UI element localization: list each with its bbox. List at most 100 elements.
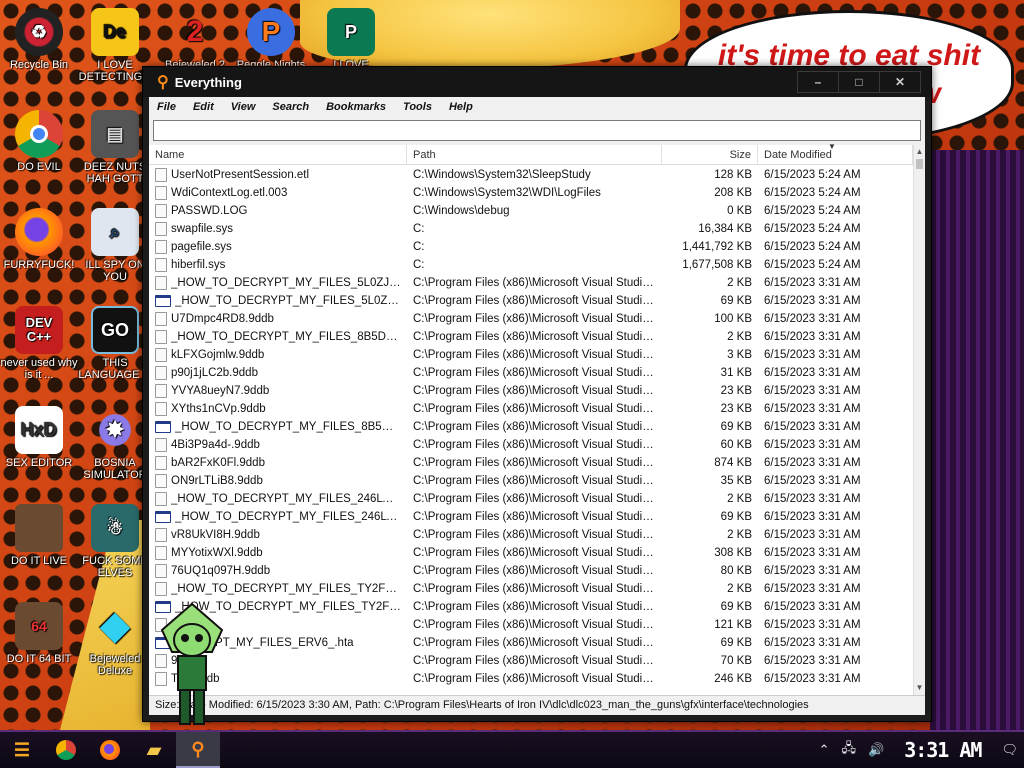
taskbar-file-explorer-icon[interactable]: ▰ bbox=[132, 732, 176, 768]
table-row[interactable]: _HOW_TO_DECRYPT_MY_FILES_246LV_.txt C:\Pr… bbox=[149, 490, 913, 508]
menu-tools[interactable]: Tools bbox=[403, 101, 432, 113]
peggle-icon: P bbox=[247, 8, 295, 56]
table-row[interactable]: kLFXGojmlw.9ddb C:\Program Files (x86)\Mi… bbox=[149, 346, 913, 364]
desktop-icon-do-it-live[interactable]: DO IT LIVE bbox=[0, 504, 78, 567]
desktop-icon-bejeweled-2[interactable]: 2 Bejeweled 2 bbox=[156, 8, 234, 72]
cell-path: C:\Program Files (x86)\Microsoft Visual … bbox=[413, 277, 662, 289]
table-row[interactable]: bAR2FxK0Fl.9ddb C:\Program Files (x86)\Mi… bbox=[149, 454, 913, 472]
table-row[interactable]: 4Bi3P9a4d-.9ddb C:\Program Files (x86)\Mi… bbox=[149, 436, 913, 454]
table-row[interactable]: YVYA8ueyN7.9ddb C:\Program Files (x86)\Mi… bbox=[149, 382, 913, 400]
table-row[interactable]: swapfile.sys C: 16,384 KB 6/15/2023 5:24 AM bbox=[149, 220, 913, 238]
table-row[interactable]: MYYotixWXl.9ddb C:\Program Files (x86)\Mi… bbox=[149, 544, 913, 562]
chrome-icon bbox=[15, 110, 63, 158]
cell-size: 69 KB bbox=[720, 421, 752, 433]
cell-size: 1,677,508 KB bbox=[682, 259, 752, 271]
table-row[interactable]: WdiContextLog.etl.003 C:\Windows\System32… bbox=[149, 184, 913, 202]
cell-path: C:\Program Files (x86)\Microsoft Visual … bbox=[413, 547, 662, 559]
volume-icon[interactable]: 🔊 bbox=[868, 742, 884, 758]
column-header-date-modified[interactable]: ▼ Date Modified bbox=[758, 142, 913, 164]
cell-date: 6/15/2023 3:31 AM bbox=[764, 403, 861, 415]
table-row[interactable]: XYths1nCVp.9ddb C:\Program Files (x86)\Mi… bbox=[149, 400, 913, 418]
table-row[interactable]: _HOW_TO_DECRYPT_MY_FILES_8B5DYQ8_.txt C:\… bbox=[149, 328, 913, 346]
hta-window-icon bbox=[155, 421, 171, 433]
cell-name: XYths1nCVp.9ddb bbox=[149, 402, 407, 416]
table-row[interactable]: hiberfil.sys C: 1,677,508 KB 6/15/2023 5:24… bbox=[149, 256, 913, 274]
column-header-path[interactable]: Path bbox=[407, 145, 662, 164]
cell-path: C: bbox=[413, 259, 425, 271]
desktop-icon-sex-editor[interactable]: HxD SEX EDITOR bbox=[0, 406, 78, 469]
scrollbar-thumb[interactable] bbox=[916, 159, 923, 169]
cell-name: _HOW_TO_DECRYPT_MY_FILES_TY2FZI_.txt bbox=[149, 582, 407, 596]
taskbar-clock[interactable]: 3:31 AM bbox=[904, 738, 982, 762]
taskbar-everything-icon[interactable]: ⚲ bbox=[176, 732, 220, 768]
background-window-edge bbox=[930, 150, 1024, 730]
minimize-button[interactable]: – bbox=[797, 71, 839, 93]
start-button[interactable]: ☰ bbox=[0, 732, 44, 768]
tray-chevron-icon[interactable]: ⌃ bbox=[819, 742, 830, 758]
table-row[interactable]: UserNotPresentSession.etl C:\Windows\Syst… bbox=[149, 166, 913, 184]
desktop-icon-i-love[interactable]: P I LOVE bbox=[312, 8, 390, 71]
table-row[interactable]: 76UQ1q097H.9ddb C:\Program Files (x86)\Mi… bbox=[149, 562, 913, 580]
cell-size: 2 KB bbox=[727, 529, 752, 541]
table-row[interactable]: pagefile.sys C: 1,441,792 KB 6/15/2023 5:24… bbox=[149, 238, 913, 256]
taskbar-firefox-icon[interactable] bbox=[88, 732, 132, 768]
cell-path: C: bbox=[413, 241, 425, 253]
table-row[interactable]: _HOW_TO_DECRYPT_MY_FILES_TY2FZI_.txt C:\P… bbox=[149, 580, 913, 598]
column-header-name[interactable]: Name bbox=[149, 145, 407, 164]
network-icon[interactable]: 🖧 bbox=[842, 739, 857, 761]
desktop-icon-peggle-nights[interactable]: P Peggle Nights bbox=[232, 8, 310, 71]
close-button[interactable]: ✕ bbox=[879, 71, 921, 93]
cell-size: 69 KB bbox=[720, 637, 752, 649]
cell-path: C:\Program Files (x86)\Microsoft Visual … bbox=[413, 313, 662, 325]
file-icon bbox=[155, 312, 167, 326]
menu-search[interactable]: Search bbox=[272, 101, 309, 113]
menu-bookmarks[interactable]: Bookmarks bbox=[326, 101, 386, 113]
file-name: 76UQ1q097H.9ddb bbox=[171, 565, 271, 577]
results-list[interactable]: UserNotPresentSession.etl C:\Windows\Syst… bbox=[149, 166, 913, 695]
menu-file[interactable]: File bbox=[157, 101, 176, 113]
search-input[interactable] bbox=[153, 120, 921, 141]
table-row[interactable]: _HOW_TO_DECRYPT_MY_FILES_5L0ZJZ8T_.hta C:… bbox=[149, 292, 913, 310]
file-name: bAR2FxK0Fl.9ddb bbox=[171, 457, 265, 469]
file-icon bbox=[155, 348, 167, 362]
table-row[interactable]: ON9rLTLiB8.9ddb C:\Program Files (x86)\Mi… bbox=[149, 472, 913, 490]
table-row[interactable]: 9.9ddbC:\Program Files (x86)\Microsoft V… bbox=[149, 652, 913, 670]
menu-help[interactable]: Help bbox=[449, 101, 473, 113]
desktop-icon-do-evil[interactable]: DO EVIL bbox=[0, 110, 78, 173]
taskbar-chrome-icon[interactable] bbox=[44, 732, 88, 768]
maximize-button[interactable]: □ bbox=[838, 71, 880, 93]
window-titlebar[interactable]: ⚲ Everything – □ ✕ bbox=[143, 67, 931, 97]
cell-date: 6/15/2023 3:31 AM bbox=[764, 637, 861, 649]
column-header-size[interactable]: Size bbox=[662, 145, 758, 164]
menu-view[interactable]: View bbox=[231, 101, 256, 113]
table-row[interactable]: vR8UkVI8H.9ddb C:\Program Files (x86)\Mic… bbox=[149, 526, 913, 544]
table-row[interactable]: _HOW_TO_DECRYPT_MY_FILES_5L0ZJZ8T_.txt C:… bbox=[149, 274, 913, 292]
cell-size: 35 KB bbox=[720, 475, 752, 487]
table-row[interactable]: ZC.9ddbC:\Program Files (x86)\Microsoft … bbox=[149, 616, 913, 634]
cell-date: 6/15/2023 3:31 AM bbox=[764, 619, 861, 631]
table-row[interactable]: DECRYPT_MY_FILES_ERV6_.hta C:\Program Fil… bbox=[149, 634, 913, 652]
table-row[interactable]: TIM.9ddbC:\Program Files (x86)\Microsoft… bbox=[149, 670, 913, 688]
notifications-icon[interactable]: 🗨 bbox=[1001, 742, 1018, 758]
table-row[interactable]: _HOW_TO_DECRYPT_MY_FILES_246LV_.hta C:\Pr… bbox=[149, 508, 913, 526]
cell-size: 2 KB bbox=[727, 331, 752, 343]
vertical-scrollbar[interactable]: ▲ ▼ bbox=[913, 145, 925, 695]
file-icon bbox=[155, 330, 167, 344]
desktop-icon-dev-cpp[interactable]: DEV C++ never used why is it ... bbox=[0, 306, 78, 381]
table-row[interactable]: U7Dmpc4RD8.9ddb C:\Program Files (x86)\Mi… bbox=[149, 310, 913, 328]
table-row[interactable]: _HOW_TO_DECRYPT_MY_FILES_TY2FZI_.hta C:\P… bbox=[149, 598, 913, 616]
desktop-icon-do-it-64-bit[interactable]: 64 DO IT 64 BIT bbox=[0, 602, 78, 665]
table-row[interactable]: p90j1jLC2b.9ddb C:\Program Files (x86)\Mi… bbox=[149, 364, 913, 382]
table-row[interactable]: _HOW_TO_DECRYPT_MY_FILES_8B5DYQ8_.hta C:\… bbox=[149, 418, 913, 436]
cell-size: 70 KB bbox=[720, 655, 752, 667]
column-header-date-label: Date Modified bbox=[764, 149, 832, 161]
menu-edit[interactable]: Edit bbox=[193, 101, 214, 113]
scroll-down-arrow-icon[interactable]: ▼ bbox=[914, 681, 925, 695]
cell-date: 6/15/2023 3:31 AM bbox=[764, 457, 861, 469]
desktop-icon-furryfuck[interactable]: FURRYFUCK! bbox=[0, 208, 78, 271]
window-title: Everything bbox=[174, 74, 242, 90]
table-row[interactable]: PASSWD.LOG C:\Windows\debug 0 KB 6/15/2023 … bbox=[149, 202, 913, 220]
cell-path: C:\Program Files (x86)\Microsoft Visual … bbox=[413, 583, 662, 595]
desktop-icon-recycle-bin[interactable]: ♻ Recycle Bin bbox=[0, 8, 78, 71]
scroll-up-arrow-icon[interactable]: ▲ bbox=[914, 145, 925, 159]
